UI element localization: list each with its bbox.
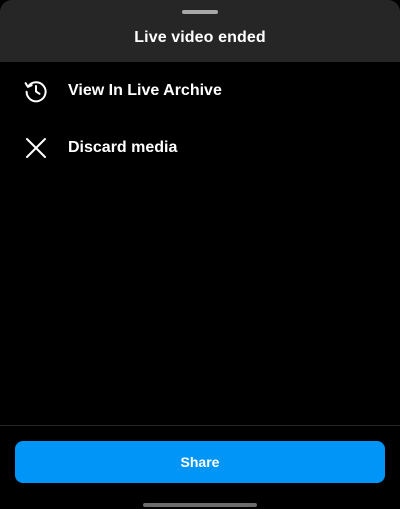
menu-item-label: Discard media xyxy=(68,139,178,156)
sheet-title: Live video ended xyxy=(134,29,266,46)
footer-divider xyxy=(0,425,400,426)
bottom-sheet: Live video ended View In Live Archive Di… xyxy=(0,0,400,509)
menu-item-label: View In Live Archive xyxy=(68,82,222,99)
home-indicator xyxy=(143,503,257,507)
menu-item-view-in-live-archive[interactable]: View In Live Archive xyxy=(0,65,400,117)
sheet-header: Live video ended xyxy=(0,0,400,62)
share-button[interactable]: Share xyxy=(15,441,385,483)
close-icon xyxy=(23,135,49,161)
drag-handle[interactable] xyxy=(182,10,218,14)
menu-item-discard-media[interactable]: Discard media xyxy=(0,122,400,174)
history-icon xyxy=(23,78,49,104)
